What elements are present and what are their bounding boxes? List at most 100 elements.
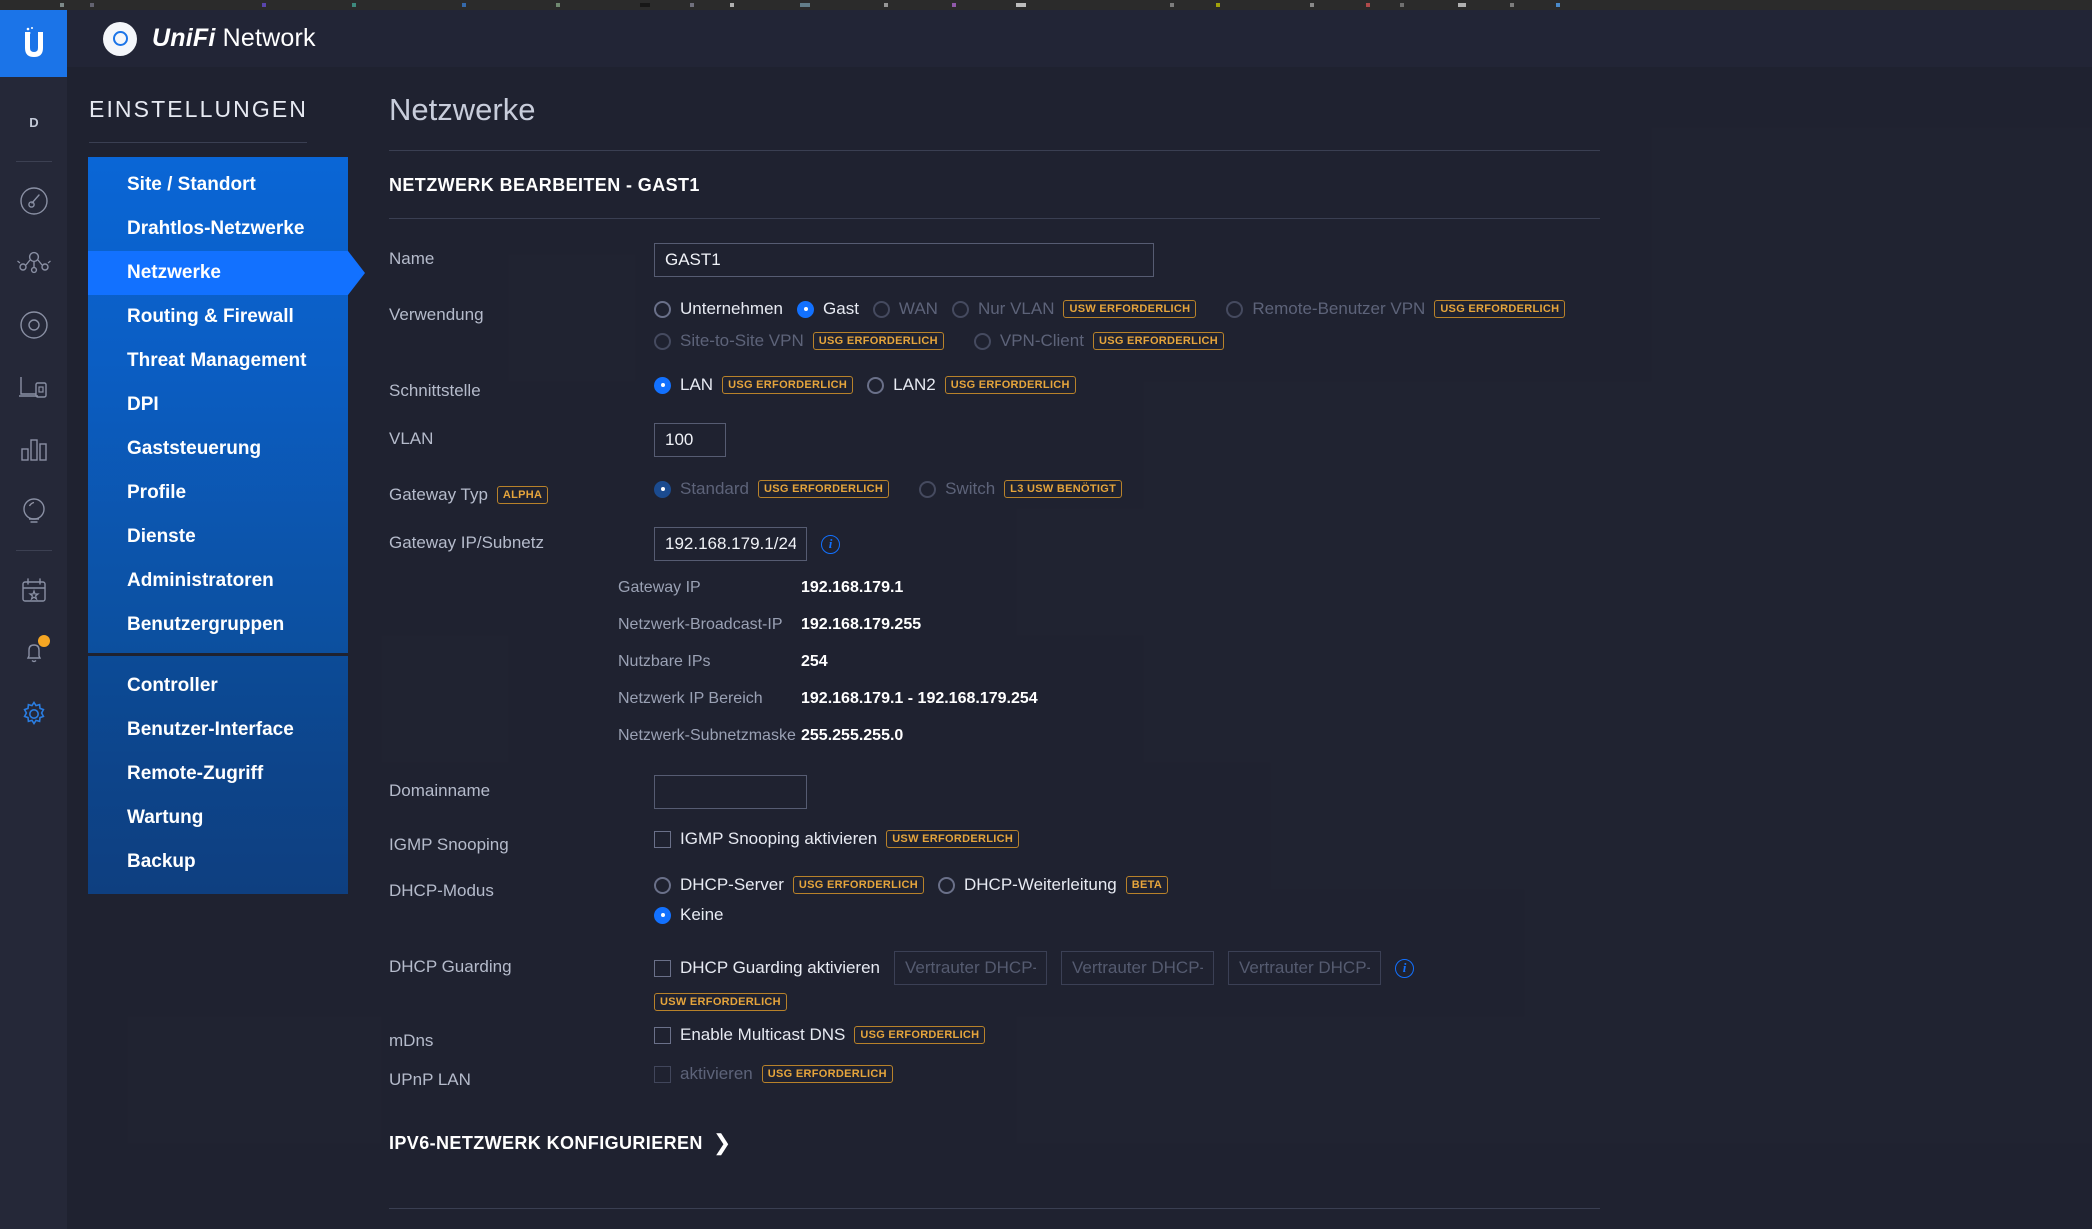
section-divider: [389, 218, 1600, 219]
schnittstelle-option-lan2[interactable]: LAN2 USG ERFORDERLICH: [867, 375, 1076, 395]
detail-row: Netzwerk-Broadcast-IP 192.168.179.255: [348, 616, 2092, 634]
detail-row: Gateway IP 192.168.179.1: [348, 579, 2092, 597]
dashboard-avatar[interactable]: D: [0, 91, 67, 153]
info-icon[interactable]: i: [821, 534, 840, 554]
sidebar-item-backup[interactable]: Backup: [88, 840, 348, 884]
hotspot-icon[interactable]: [0, 480, 67, 542]
sidebar-item-remote-access[interactable]: Remote-Zugriff: [88, 752, 348, 796]
gateway-typ-option-switch: Switch L3 USW BENÖTIGT: [919, 479, 1123, 499]
requirement-badge: USG ERFORDERLICH: [761, 1065, 893, 1084]
gateway-typ-option-standard: Standard USG ERFORDERLICH: [654, 479, 890, 499]
alerts-badge-dot: [38, 635, 50, 647]
sidebar-item-controller[interactable]: Controller: [88, 664, 348, 708]
row-dhcp-modus: DHCP-Modus DHCP-Server USG ERFORDERLICH …: [348, 875, 2092, 925]
sidebar-item-services[interactable]: Dienste: [88, 515, 348, 559]
verwendung-option-gast[interactable]: Gast: [797, 299, 859, 319]
ubiquiti-logo[interactable]: [0, 10, 67, 77]
domainname-input[interactable]: [654, 775, 807, 809]
option-label: Nur VLAN: [977, 299, 1055, 318]
sidebar-item-admins[interactable]: Administratoren: [88, 559, 348, 603]
requirement-badge: USG ERFORDERLICH: [792, 875, 924, 895]
sidebar-item-routing-firewall[interactable]: Routing & Firewall: [88, 295, 348, 339]
requirement-badge: USG ERFORDERLICH: [1092, 331, 1225, 351]
requirement-badge: USG ERFORDERLICH: [854, 1026, 986, 1045]
gateway-typ-label: Gateway Typ ALPHA: [389, 479, 654, 505]
radio-indicator: [872, 300, 890, 318]
sidebar-item-label: Routing & Firewall: [127, 306, 294, 327]
events-icon[interactable]: [0, 559, 67, 621]
sidebar-item-threat-management[interactable]: Threat Management: [88, 339, 348, 383]
devices-icon[interactable]: [0, 294, 67, 356]
section-title: NETZWERK BEARBEITEN - GAST1: [389, 175, 700, 195]
info-icon[interactable]: i: [1395, 958, 1414, 978]
detail-label: Netzwerk-Subnetzmaske: [618, 727, 796, 744]
verwendung-option-site-to-site-vpn: Site-to-Site VPN USG ERFORDERLICH: [654, 331, 944, 351]
alerts-icon[interactable]: [0, 621, 67, 683]
option-label: Standard: [680, 479, 749, 498]
settings-menu-secondary: Controller Benutzer-Interface Remote-Zug…: [88, 656, 348, 894]
checkbox-indicator: [654, 1065, 671, 1083]
sidebar-item-site[interactable]: Site / Standort: [88, 163, 348, 207]
row-schnittstelle: Schnittstelle LAN USG ERFORDERLICH LAN2 …: [348, 375, 2092, 401]
detail-label: Gateway IP: [618, 579, 701, 596]
requirement-badge: L3 USW BENÖTIGT: [1004, 479, 1123, 499]
sidebar-item-wireless-networks[interactable]: Drahtlos-Netzwerke: [88, 207, 348, 251]
option-label: LAN2: [893, 375, 936, 394]
topology-icon[interactable]: [0, 232, 67, 294]
requirement-badge: USW ERFORDERLICH: [1063, 299, 1197, 319]
statistics-icon[interactable]: [0, 170, 67, 232]
option-label: Keine: [680, 905, 724, 924]
mdns-checkbox[interactable]: Enable Multicast DNS USG ERFORDERLICH: [654, 1025, 986, 1045]
settings-icon[interactable]: [0, 683, 67, 745]
sidebar-item-user-groups[interactable]: Benutzergruppen: [88, 603, 348, 647]
detail-label: Netzwerk IP Bereich: [618, 690, 763, 707]
clients-icon[interactable]: [0, 356, 67, 418]
dhcp-modus-option-none[interactable]: Keine: [654, 905, 723, 925]
schnittstelle-option-lan[interactable]: LAN USG ERFORDERLICH: [654, 375, 854, 395]
upnp-label: UPnP LAN: [389, 1070, 471, 1090]
ipv6-configure-link[interactable]: IPV6-NETZWERK KONFIGURIEREN ❯: [348, 1130, 2092, 1156]
trusted-dhcp-server-3-input[interactable]: [1228, 951, 1381, 985]
radio-indicator: [654, 906, 671, 924]
vlan-input[interactable]: [654, 423, 726, 457]
gateway-subnet-input[interactable]: [654, 527, 807, 561]
option-label: DHCP-Server: [680, 875, 784, 894]
sidebar-item-dpi[interactable]: DPI: [88, 383, 348, 427]
row-gateway-typ: Gateway Typ ALPHA Standard USG ERFORDERL…: [348, 479, 2092, 505]
radio-indicator: [867, 376, 885, 394]
dhcp-modus-option-server[interactable]: DHCP-Server USG ERFORDERLICH: [654, 875, 924, 895]
radio-indicator: [973, 332, 991, 350]
option-label: Enable Multicast DNS: [680, 1025, 846, 1045]
option-label: IGMP Snooping aktivieren: [680, 829, 878, 848]
row-name: Name: [348, 243, 2092, 277]
sidebar-item-maintenance[interactable]: Wartung: [88, 796, 348, 840]
schnittstelle-label: Schnittstelle: [389, 381, 481, 400]
option-label: DHCP-Weiterleitung: [964, 875, 1117, 894]
trusted-dhcp-server-2-input[interactable]: [1061, 951, 1214, 985]
requirement-badge: USW ERFORDERLICH: [886, 829, 1020, 849]
verwendung-option-unternehmen[interactable]: Unternehmen: [654, 299, 783, 319]
detail-row: Netzwerk IP Bereich 192.168.179.1 - 192.…: [348, 690, 2092, 708]
igmp-label: IGMP Snooping: [389, 835, 509, 854]
trusted-dhcp-server-1-input[interactable]: [894, 951, 1047, 985]
radio-indicator: [654, 332, 671, 350]
verwendung-option-wan: WAN: [872, 299, 938, 319]
igmp-checkbox[interactable]: IGMP Snooping aktivieren USW ERFORDERLIC…: [654, 829, 1020, 849]
sidebar-item-guest-control[interactable]: Gaststeuerung: [88, 427, 348, 471]
main-content: Netzwerke NETZWERK BEARBEITEN - GAST1 Na…: [348, 67, 2092, 1229]
verwendung-option-remote-user-vpn: Remote-Benutzer VPN USG ERFORDERLICH: [1226, 299, 1566, 319]
radio-indicator: [1226, 300, 1244, 318]
insights-icon[interactable]: [0, 418, 67, 480]
dhcp-guarding-checkbox[interactable]: DHCP Guarding aktivieren: [654, 958, 880, 978]
sidebar-item-user-interface[interactable]: Benutzer-Interface: [88, 708, 348, 752]
sidebar-item-profiles[interactable]: Profile: [88, 471, 348, 515]
app-topbar: UniFi Network: [67, 10, 2092, 67]
requirement-badge: USG ERFORDERLICH: [722, 375, 854, 395]
name-input[interactable]: [654, 243, 1154, 277]
dhcp-modus-option-relay[interactable]: DHCP-Weiterleitung BETA: [938, 875, 1169, 895]
sidebar-item-networks[interactable]: Netzwerke: [88, 251, 365, 295]
dhcp-modus-label: DHCP-Modus: [389, 881, 494, 900]
detail-label: Netzwerk-Broadcast-IP: [618, 616, 783, 633]
radio-indicator: [654, 876, 671, 894]
sidebar-item-label: Netzwerke: [127, 262, 221, 283]
